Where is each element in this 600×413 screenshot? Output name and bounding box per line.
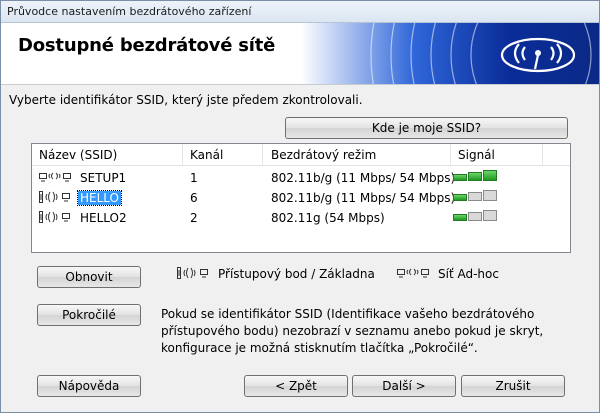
network-list[interactable]: Název (SSID) Kanál Bezdrátový režim Sign…	[31, 143, 571, 253]
wizard-window: Průvodce nastavením bezdrátového zařízen…	[0, 0, 600, 413]
advanced-button[interactable]: Pokročilé	[37, 304, 141, 326]
row-mode: 802.11b/g (11 Mbps/ 54 Mbps)	[271, 171, 456, 185]
legend-access-point: Přístupový bod / Základna	[176, 266, 375, 283]
wireless-logo-icon	[370, 23, 592, 84]
access-point-icon	[176, 266, 214, 283]
advanced-info-text: Pokud se identifikátor SSID (Identifikac…	[161, 306, 561, 357]
column-header-mode[interactable]: Bezdrátový režim	[271, 148, 376, 162]
access-point-icon	[38, 210, 76, 227]
row-mode: 802.11g (54 Mbps)	[271, 211, 385, 225]
row-channel: 2	[190, 211, 198, 225]
column-header-signal[interactable]: Signál	[458, 148, 495, 162]
signal-indicator	[453, 190, 498, 206]
advanced-info-line: přístupového bodu) nezobrazí v seznamu a…	[161, 324, 544, 338]
instruction-text: Vyberte identifikátor SSID, který jste p…	[9, 93, 363, 107]
row-ssid: SETUP1	[80, 171, 127, 185]
cancel-button[interactable]: Zrušit	[461, 375, 565, 397]
header-banner	[301, 23, 599, 84]
header-panel: Dostupné bezdrátové sítě	[1, 23, 599, 85]
help-button[interactable]: Nápověda	[37, 375, 141, 397]
column-header-channel[interactable]: Kanál	[190, 148, 223, 162]
row-ssid-selected: HELLO	[77, 190, 122, 206]
row-ssid: HELLO2	[80, 211, 127, 225]
row-channel: 6	[190, 191, 198, 205]
refresh-button[interactable]: Obnovit	[37, 266, 141, 288]
where-is-ssid-button[interactable]: Kde je moje SSID?	[285, 117, 568, 139]
row-mode: 802.11b/g (11 Mbps/ 54 Mbps)	[271, 191, 456, 205]
legend-adhoc-label: Síť Ad-hoc	[438, 267, 499, 281]
row-channel: 1	[190, 171, 198, 185]
adhoc-icon	[38, 170, 76, 187]
adhoc-icon	[396, 266, 434, 283]
back-button[interactable]: < Zpět	[244, 375, 348, 397]
advanced-info-line: Pokud se identifikátor SSID (Identifikac…	[161, 307, 535, 321]
window-title: Průvodce nastavením bezdrátového zařízen…	[7, 5, 252, 18]
signal-indicator	[453, 170, 498, 186]
column-header-ssid[interactable]: Název (SSID)	[39, 148, 117, 162]
next-button[interactable]: Další >	[352, 375, 456, 397]
table-row[interactable]: SETUP1 1 802.11b/g (11 Mbps/ 54 Mbps)	[32, 169, 570, 187]
table-row[interactable]: HELLO2 2 802.11g (54 Mbps)	[32, 209, 570, 227]
legend-ap-label: Přístupový bod / Základna	[218, 267, 375, 281]
list-header: Název (SSID) Kanál Bezdrátový režim Sign…	[32, 144, 570, 166]
access-point-icon	[38, 190, 76, 207]
signal-indicator	[453, 210, 498, 226]
page-title: Dostupné bezdrátové sítě	[18, 35, 276, 56]
advanced-info-line: konfigurace je možná stisknutím tlačítka…	[161, 341, 478, 355]
table-row[interactable]: HELLO 6 802.11b/g (11 Mbps/ 54 Mbps)	[32, 189, 570, 207]
title-bar: Průvodce nastavením bezdrátového zařízen…	[1, 1, 599, 23]
legend-adhoc: Síť Ad-hoc	[396, 266, 499, 283]
